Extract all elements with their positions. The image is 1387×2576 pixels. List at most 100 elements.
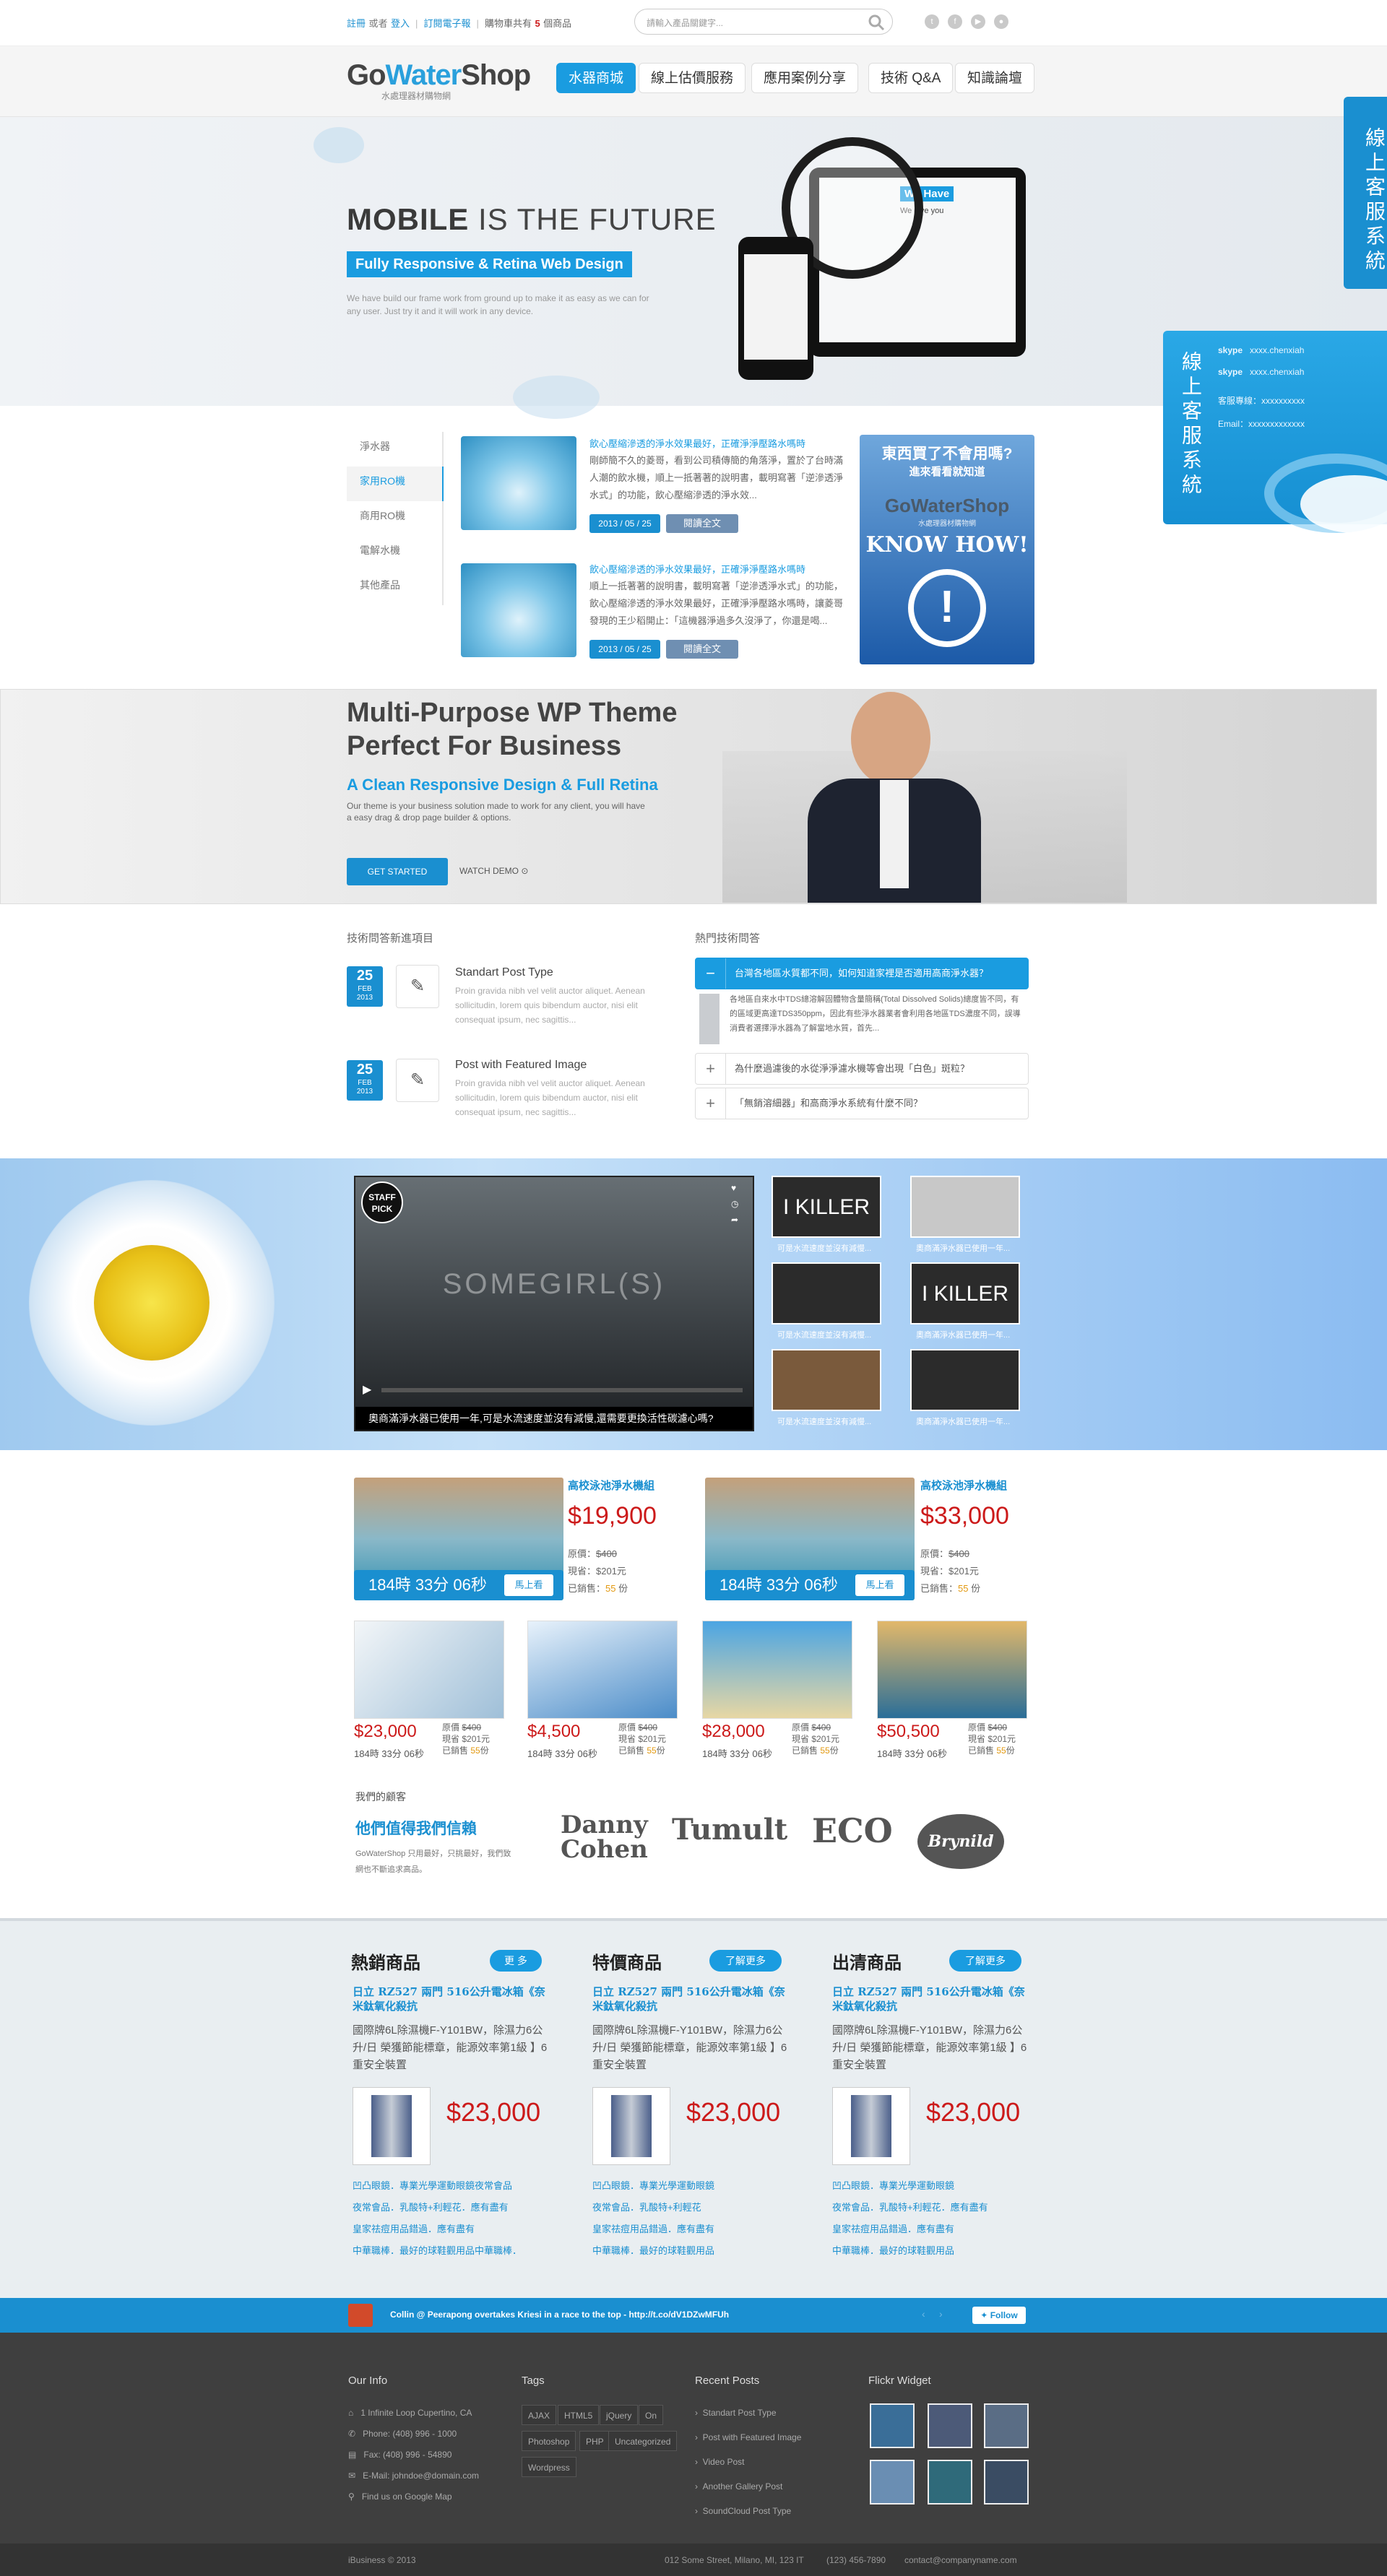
facebook-icon[interactable]: f — [948, 14, 962, 29]
product-image[interactable] — [832, 2087, 910, 2165]
product-name[interactable]: 日立 RZ527 兩門 516公升電冰箱《奈米鈦氧化殺抗 — [592, 1985, 795, 2013]
product-image[interactable] — [353, 2087, 431, 2165]
video-thumb[interactable] — [772, 1262, 881, 1324]
youtube-icon[interactable]: ▶ — [971, 14, 985, 29]
subscribe-link[interactable]: 訂閱電子報 — [423, 18, 470, 29]
recent-post-link[interactable]: › Another Gallery Post — [695, 2481, 782, 2492]
faq-item[interactable]: + 「無銷溶細器」和高商淨水系統有什麼不同？ — [695, 1088, 1029, 1119]
tag[interactable]: Wordpress — [522, 2457, 576, 2477]
post-thumbnail[interactable] — [461, 563, 576, 657]
recent-post-link[interactable]: › Standart Post Type — [695, 2408, 777, 2418]
category-link[interactable]: 凹凸眼鏡．專業光學運動眼鏡 — [592, 2175, 714, 2197]
skype-row[interactable]: skype xxxx.chenxiah — [1218, 345, 1304, 355]
sidebar-item-electrolyzed[interactable]: 電解水機 — [347, 536, 442, 571]
video-thumb[interactable]: I KILLER — [910, 1262, 1020, 1324]
sidebar-item-commercial-ro[interactable]: 商用RO機 — [347, 501, 442, 536]
product-image[interactable] — [354, 1621, 504, 1719]
customer-service-tab[interactable]: 線上客服系統 — [1344, 97, 1387, 289]
faq-item[interactable]: − 台灣各地區水質都不同，如何知道家裡是否適用高商淨水器？ — [695, 958, 1029, 989]
share-icon[interactable]: ➦ — [731, 1215, 746, 1225]
video-thumb[interactable]: I KILLER — [772, 1176, 881, 1238]
search-input[interactable]: 請輸入產品關鍵字... — [634, 9, 893, 35]
category-link[interactable]: 皇家祛痘用品錯過．應有盡有 — [832, 2219, 954, 2240]
flickr-icon[interactable]: ● — [994, 14, 1008, 29]
client-logo[interactable]: Danny Cohen — [561, 1813, 648, 1862]
nav-knowledge-forum[interactable]: 知識論壇 — [955, 63, 1035, 93]
more-button[interactable]: 了解更多 — [709, 1950, 782, 1972]
tweet-text[interactable]: Collin @ Peerapong overtakes Kriesi in a… — [390, 2310, 729, 2320]
client-logo[interactable]: ECO — [812, 1811, 893, 1850]
tag[interactable]: jQuery — [600, 2405, 639, 2425]
client-logo[interactable]: Tumult — [672, 1813, 787, 1847]
flickr-photo[interactable] — [928, 2403, 972, 2448]
video-thumb[interactable] — [772, 1349, 881, 1411]
more-button[interactable]: 更 多 — [490, 1950, 542, 1972]
follow-button[interactable]: ✦ Follow — [972, 2307, 1026, 2324]
product-name[interactable]: 日立 RZ527 兩門 516公升電冰箱《奈米鈦氧化殺抗 — [832, 1985, 1034, 2013]
product-name[interactable]: 日立 RZ527 兩門 516公升電冰箱《奈米鈦氧化殺抗 — [353, 1985, 555, 2013]
flickr-photo[interactable] — [984, 2403, 1029, 2448]
post-title[interactable]: 飲心壓縮滲透的淨水效果最好，正確淨淨壓路水嗎時 — [589, 562, 805, 576]
search-icon[interactable] — [868, 14, 885, 31]
flickr-photo[interactable] — [928, 2460, 972, 2505]
play-icon[interactable]: ▶ — [363, 1382, 377, 1397]
product-name[interactable]: 高校泳池淨水機組 — [920, 1478, 1007, 1493]
tag[interactable]: HTML5 — [558, 2405, 600, 2425]
watch-demo-link[interactable]: WATCH DEMO ⊙ — [459, 866, 528, 876]
category-link[interactable]: 皇家祛痘用品錯過．應有盡有 — [353, 2219, 475, 2240]
tag[interactable]: On — [639, 2405, 664, 2425]
tag[interactable]: Photoshop — [522, 2431, 576, 2451]
client-logo[interactable]: Brynild — [917, 1814, 1004, 1869]
tag[interactable]: AJAX — [522, 2405, 557, 2425]
cart-count[interactable]: 5 — [535, 18, 540, 29]
sidebar-item-home-ro[interactable]: 家用RO機 — [347, 467, 444, 501]
view-now-button[interactable]: 馬上看 — [504, 1574, 553, 1596]
category-link[interactable]: 夜常會品．乳酸特+利輕花 — [592, 2197, 701, 2219]
product-image[interactable] — [592, 2087, 670, 2165]
category-link[interactable]: 夜常會品．乳酸特+利輕花．應有盡有 — [832, 2197, 988, 2219]
email[interactable]: ✉ E-Mail: johndoe@domain.com — [348, 2471, 479, 2481]
product-image[interactable] — [877, 1621, 1027, 1719]
recent-post-link[interactable]: › SoundCloud Post Type — [695, 2506, 791, 2516]
twitter-icon[interactable]: t — [925, 14, 939, 29]
post-thumbnail[interactable] — [461, 436, 576, 530]
skype-row[interactable]: skype xxxx.chenxiah — [1218, 367, 1304, 377]
footer-email[interactable]: contact@companyname.com — [904, 2555, 1017, 2565]
category-link[interactable]: 中華職棒．最好的球鞋觀用品 — [592, 2240, 714, 2262]
read-more-button[interactable]: 閱讀全文 — [666, 514, 738, 533]
read-more-button[interactable]: 閱讀全文 — [666, 640, 738, 659]
video-thumb[interactable] — [910, 1176, 1020, 1238]
nav-water-mall[interactable]: 水器商城 — [556, 63, 636, 93]
sidebar-item-other[interactable]: 其他產品 — [347, 571, 442, 605]
faq-item[interactable]: + 為什麼過濾後的水從淨淨濾水機等會出現「白色」斑粒？ — [695, 1053, 1029, 1085]
heart-icon[interactable]: ♥ — [731, 1183, 746, 1193]
category-link[interactable]: 皇家祛痘用品錯過．應有盡有 — [592, 2219, 714, 2240]
recent-post-link[interactable]: › Video Post — [695, 2457, 745, 2467]
flickr-photo[interactable] — [984, 2460, 1029, 2505]
register-link[interactable]: 註冊 — [347, 18, 366, 29]
tag[interactable]: Uncategorized — [608, 2431, 678, 2451]
login-link[interactable]: 登入 — [391, 18, 410, 29]
category-link[interactable]: 中華職棒．最好的球鞋觀用品 — [832, 2240, 954, 2262]
nav-tech-qa[interactable]: 技術 Q&A — [868, 63, 954, 93]
view-now-button[interactable]: 馬上看 — [855, 1574, 904, 1596]
get-started-button[interactable]: GET STARTED — [347, 858, 448, 885]
video-player[interactable]: STAFF PICK SOMEGIRL(S) ♥ ◷ ➦ ▶ 奧商滿淨水器已使用一… — [354, 1176, 754, 1431]
category-link[interactable]: 凹凸眼鏡．專業光學運動眼鏡夜常會品 — [353, 2175, 512, 2197]
know-how-ad[interactable]: 東西買了不會用嗎? 進來看看就知道 GoWaterShop 水處理器材購物網 K… — [860, 435, 1034, 664]
post-title[interactable]: Standart Post Type — [455, 966, 553, 979]
product-name[interactable]: 高校泳池淨水機組 — [568, 1478, 654, 1493]
progress-bar[interactable] — [381, 1388, 743, 1392]
flickr-photo[interactable] — [870, 2460, 915, 2505]
category-link[interactable]: 凹凸眼鏡．專業光學運動眼鏡 — [832, 2175, 954, 2197]
prev-icon[interactable]: ‹ — [922, 2308, 925, 2320]
category-link[interactable]: 中華職棒．最好的球鞋觀用品中華職棒． — [353, 2240, 522, 2262]
product-image[interactable] — [702, 1621, 852, 1719]
tag[interactable]: PHP — [579, 2431, 610, 2451]
nav-online-quote[interactable]: 線上估價服務 — [639, 63, 746, 93]
map-link[interactable]: ⚲ Find us on Google Map — [348, 2492, 452, 2502]
clock-icon[interactable]: ◷ — [731, 1199, 746, 1209]
post-title[interactable]: 飲心壓縮滲透的淨水效果最好，正確淨淨壓路水嗎時 — [589, 436, 805, 450]
post-title[interactable]: Post with Featured Image — [455, 1059, 587, 1072]
more-button[interactable]: 了解更多 — [949, 1950, 1021, 1972]
